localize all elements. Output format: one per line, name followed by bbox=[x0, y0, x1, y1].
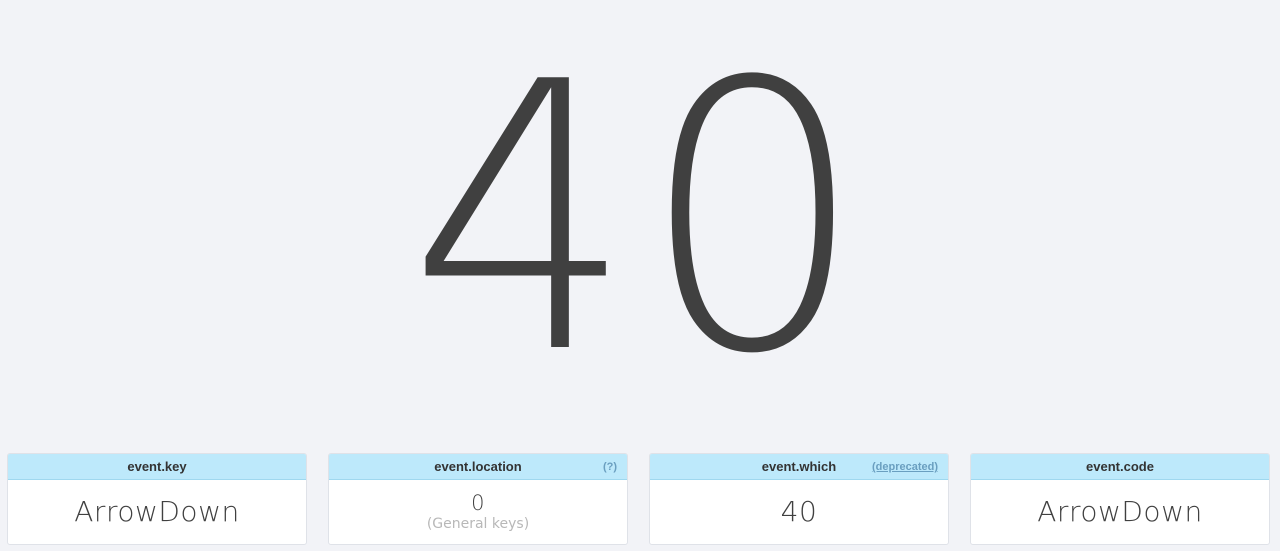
card-body: ArrowDown bbox=[8, 480, 306, 544]
deprecated-link[interactable]: (deprecated) bbox=[872, 454, 938, 480]
card-header: event.code bbox=[971, 454, 1269, 480]
card-header: event.which (deprecated) bbox=[650, 454, 948, 480]
event-cards: event.key ArrowDown event.location (?) 0… bbox=[7, 453, 1270, 545]
card-event-code: event.code ArrowDown bbox=[970, 453, 1270, 545]
card-value: ArrowDown bbox=[1037, 495, 1203, 528]
card-value: 0 bbox=[471, 491, 485, 515]
card-title: event.location bbox=[434, 459, 522, 474]
card-body: 0 (General keys) bbox=[329, 480, 627, 544]
card-header: event.key bbox=[8, 454, 306, 480]
card-title: event.which bbox=[761, 459, 837, 474]
key-code-display: 40 bbox=[408, 5, 872, 435]
card-header: event.location (?) bbox=[329, 454, 627, 480]
card-body: 40 bbox=[650, 480, 948, 544]
card-title: event.key bbox=[127, 459, 187, 474]
card-subtitle: (General keys) bbox=[426, 516, 530, 532]
card-value: 40 bbox=[780, 495, 818, 528]
card-event-which: event.which (deprecated) 40 bbox=[649, 453, 949, 545]
card-value: ArrowDown bbox=[74, 495, 240, 528]
page: 40 event.key ArrowDown event.location (?… bbox=[0, 0, 1280, 551]
card-title: event.code bbox=[1086, 459, 1154, 474]
card-event-location: event.location (?) 0 (General keys) bbox=[328, 453, 628, 545]
card-body: ArrowDown bbox=[971, 480, 1269, 544]
location-help-link[interactable]: (?) bbox=[603, 454, 617, 480]
card-event-key: event.key ArrowDown bbox=[7, 453, 307, 545]
